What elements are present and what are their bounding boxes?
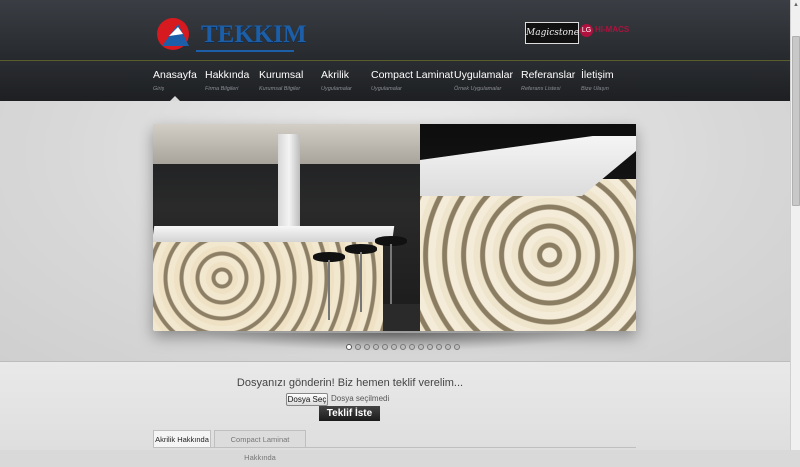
logo-underline xyxy=(196,50,294,52)
nav-item-compact-laminat[interactable]: Compact Laminat Uygulamalar xyxy=(371,69,453,92)
logo-mark-icon xyxy=(157,18,189,50)
bar-stool-leg xyxy=(360,252,362,312)
nav-label: Compact Laminat xyxy=(371,69,454,81)
choose-file-button[interactable]: Dosya Seç xyxy=(286,393,328,406)
quote-section xyxy=(0,362,790,450)
slider-dot[interactable] xyxy=(418,344,424,350)
nav-sublabel: Giriş xyxy=(153,86,165,92)
nav-label: Akrilik xyxy=(321,69,349,81)
slider-dot[interactable] xyxy=(382,344,388,350)
partner-logo-himacs[interactable]: LG HI-MACS xyxy=(580,23,638,39)
file-status-text: Dosya seçilmedi xyxy=(331,394,390,403)
page-scrollbar[interactable]: ▲ xyxy=(790,0,800,450)
nav-label: Referanslar xyxy=(521,69,576,81)
slider-dot[interactable] xyxy=(355,344,361,350)
slide-image-counter-closeup xyxy=(420,124,636,331)
partner-logo-magicstone[interactable]: Magicstone xyxy=(525,22,579,44)
counter-front-pattern xyxy=(420,179,636,331)
slider-dot[interactable] xyxy=(409,344,415,350)
nav-label: Kurumsal xyxy=(259,69,304,81)
request-quote-button[interactable]: Teklif İste xyxy=(319,406,380,421)
scrollbar-thumb[interactable] xyxy=(792,36,800,206)
nav-sublabel: Uygulamalar xyxy=(321,86,352,92)
slide-image-bar-interior xyxy=(153,124,420,331)
nav-sublabel: Örnek Uygulamalar xyxy=(454,86,502,92)
slider-dot[interactable] xyxy=(400,344,406,350)
himacs-text: HI-MACS xyxy=(595,25,630,34)
nav-sublabel: Uygulamalar xyxy=(371,86,402,92)
nav-label: Hakkında xyxy=(205,69,250,81)
tab-compact-laminat-hakkinda[interactable]: Compact Laminat Hakkında xyxy=(214,430,306,462)
nav-sublabel: Referans Listesi xyxy=(521,86,561,92)
slider-dot[interactable] xyxy=(436,344,442,350)
main-navigation: Anasayfa Giriş Hakkında Firma Bilgileri … xyxy=(0,60,790,101)
nav-item-iletisim[interactable]: İletişim Bize Ulaşın xyxy=(581,69,614,92)
nav-label: Anasayfa xyxy=(153,69,197,81)
image-slider[interactable] xyxy=(153,124,636,331)
scroll-up-arrow-icon[interactable]: ▲ xyxy=(792,1,800,9)
nav-sublabel: Bize Ulaşın xyxy=(581,86,609,92)
nav-item-akrilik[interactable]: Akrilik Uygulamalar xyxy=(321,69,352,92)
nav-item-uygulamalar[interactable]: Uygulamalar Örnek Uygulamalar xyxy=(454,69,513,92)
tab-akrilik-hakkinda[interactable]: Akrilik Hakkında xyxy=(153,430,211,448)
slider-dot[interactable] xyxy=(373,344,379,350)
nav-item-hakkinda[interactable]: Hakkında Firma Bilgileri xyxy=(205,69,249,92)
slider-dot[interactable] xyxy=(364,344,370,350)
upload-prompt: Dosyanızı gönderin! Biz hemen teklif ver… xyxy=(236,377,464,389)
counter-front-pattern xyxy=(153,242,383,331)
tab-baseline xyxy=(153,447,636,448)
bar-stool-leg xyxy=(328,260,330,320)
slider-dot[interactable] xyxy=(346,344,352,350)
slider-dot[interactable] xyxy=(445,344,451,350)
site-header: TEKKIM Magicstone LG HI-MACS xyxy=(0,0,800,60)
nav-item-anasayfa[interactable]: Anasayfa Giriş xyxy=(153,69,197,92)
nav-item-referanslar[interactable]: Referanslar Referans Listesi xyxy=(521,69,575,92)
bar-stool-leg xyxy=(390,244,392,304)
slider-dot[interactable] xyxy=(427,344,433,350)
site-logo[interactable]: TEKKIM xyxy=(156,16,307,56)
lg-logo-icon: LG xyxy=(580,24,593,37)
nav-label: Uygulamalar xyxy=(454,69,513,81)
nav-label: İletişim xyxy=(581,69,614,81)
slider-pagination xyxy=(346,344,460,352)
nav-item-kurumsal[interactable]: Kurumsal Kurumsal Bilgiler xyxy=(259,69,303,92)
nav-sublabel: Firma Bilgileri xyxy=(205,86,239,92)
nav-sublabel: Kurumsal Bilgiler xyxy=(259,86,301,92)
slider-dot[interactable] xyxy=(391,344,397,350)
logo-text: TEKKIM xyxy=(201,21,307,48)
slider-dot[interactable] xyxy=(454,344,460,350)
